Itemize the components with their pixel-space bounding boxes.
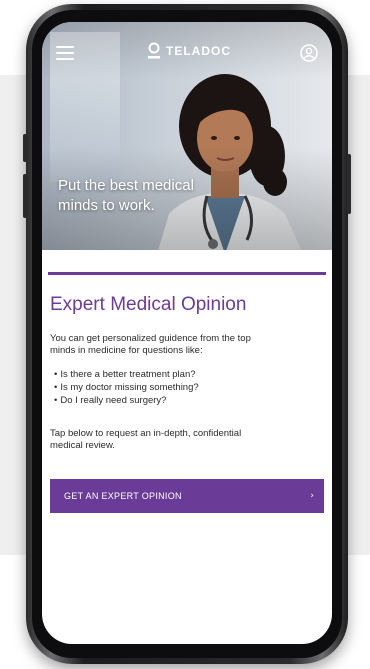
outro-line: Tap below to request an in-depth, confid… — [50, 428, 242, 439]
hero-tagline: Put the best medical minds to work. — [58, 176, 238, 216]
phone-volume-button — [23, 134, 27, 162]
card-outro-text: Tap below to request an in-depth, confid… — [50, 428, 320, 452]
teladoc-logo[interactable]: TELADOC — [147, 42, 231, 60]
intro-line: minds in medicine for questions like: — [50, 345, 203, 356]
get-expert-opinion-button[interactable]: GET AN EXPERT OPINION › — [50, 479, 324, 513]
top-navigation-bar: TELADOC — [42, 22, 332, 74]
hamburger-menu-icon[interactable] — [56, 46, 74, 60]
phone-volume-button — [23, 174, 27, 218]
chevron-right-icon: › — [310, 491, 314, 501]
phone-screen: TELADOC Put the best medical minds to wo… — [42, 22, 332, 644]
user-account-icon[interactable] — [300, 44, 318, 62]
card-title: Expert Medical Opinion — [50, 294, 247, 315]
logo-text: TELADOC — [166, 44, 231, 58]
list-item: Do I really need surgery? — [54, 394, 199, 407]
hero-tagline-line: Put the best medical — [58, 177, 194, 194]
list-item: Is my doctor missing something? — [54, 381, 198, 394]
card-intro-text: You can get personalized guidence from t… — [50, 333, 320, 357]
cta-label: GET AN EXPERT OPINION — [64, 491, 182, 501]
phone-bezel: TELADOC Put the best medical minds to wo… — [32, 10, 342, 658]
outro-line: medical review. — [50, 440, 115, 451]
phone-power-button — [347, 154, 351, 214]
accent-divider — [48, 272, 326, 275]
question-list: Is there a better treatment plan? Is my … — [54, 368, 199, 407]
hero-banner: TELADOC Put the best medical minds to wo… — [42, 22, 332, 250]
phone-frame: TELADOC Put the best medical minds to wo… — [23, 4, 351, 664]
hero-tagline-line: minds to work. — [58, 197, 155, 214]
teladoc-logo-mark-icon — [148, 42, 160, 59]
list-item: Is there a better treatment plan? — [54, 368, 199, 381]
intro-line: You can get personalized guidence from t… — [50, 333, 251, 344]
